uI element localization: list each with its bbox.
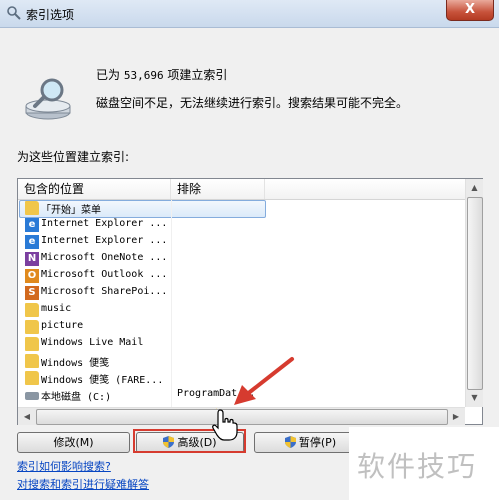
ie-icon: e (25, 218, 39, 232)
ie-icon: e (25, 235, 39, 249)
list-header: 包含的位置 排除 (18, 179, 465, 200)
drive-icon (25, 392, 39, 400)
list-item[interactable]: S Microsoft SharePoi... (18, 285, 465, 302)
list-item[interactable]: e Internet Explorer ... (18, 217, 465, 234)
folder-icon (25, 371, 39, 385)
list-item[interactable]: 「开始」菜单 (18, 200, 465, 218)
scroll-left-icon[interactable]: ◀ (19, 409, 35, 424)
uac-shield-icon (284, 436, 296, 448)
close-button[interactable]: X (446, 0, 494, 21)
title-bar[interactable]: 索引选项 X (0, 0, 499, 28)
modify-button-label: 修改(M) (53, 436, 94, 449)
vertical-scroll-thumb[interactable] (467, 197, 483, 390)
location-name: picture (41, 320, 84, 331)
location-name: Internet Explorer ... (41, 218, 168, 229)
count-suffix: 项建立索引 (167, 68, 228, 82)
onenote-icon: N (25, 252, 39, 266)
sharepoint-icon: S (25, 286, 39, 300)
location-name: 「开始」菜单 (41, 205, 101, 216)
window-title: 索引选项 (26, 8, 75, 22)
folder-icon (25, 303, 39, 317)
list-item[interactable]: music (18, 302, 465, 319)
column-header-exclude[interactable]: 排除 (171, 179, 265, 199)
scroll-up-icon[interactable]: ▲ (467, 180, 482, 196)
location-name: Microsoft OneNote ... (41, 252, 168, 263)
count-prefix: 已为 (96, 68, 121, 82)
scroll-down-icon[interactable]: ▼ (467, 390, 482, 406)
location-name: Windows Live Mail (41, 337, 144, 348)
vertical-scrollbar[interactable]: ▲ ▼ (465, 179, 483, 407)
location-name: music (41, 303, 72, 314)
search-drive-icon (25, 78, 71, 120)
folder-icon (25, 354, 39, 368)
link-how-indexing-affects-search[interactable]: 索引如何影响搜索? (17, 458, 111, 474)
column-divider (171, 200, 172, 423)
link-troubleshoot-search[interactable]: 对搜索和索引进行疑难解答 (17, 476, 149, 492)
pause-button-label: 暂停(P) (298, 436, 337, 449)
location-name: Internet Explorer ... (41, 235, 168, 246)
indexed-count: 已为 53,696 项建立索引 (96, 66, 227, 83)
folder-icon (25, 201, 39, 215)
scroll-right-icon[interactable]: ▶ (448, 409, 464, 424)
list-item[interactable]: N Microsoft OneNote ... (18, 251, 465, 268)
annotation-arrow-icon (234, 357, 294, 405)
indexing-options-icon (7, 6, 21, 20)
list-item[interactable]: Windows Live Mail (18, 336, 465, 353)
location-name: Microsoft Outlook ... (41, 269, 168, 280)
location-name: Windows 便笺 (41, 358, 110, 369)
locations-label: 为这些位置建立索引: (17, 150, 130, 164)
disk-space-warning: 磁盘空间不足，无法继续进行索引。搜索结果可能不完全。 (96, 96, 409, 110)
list-item[interactable]: picture (18, 319, 465, 336)
folder-icon (25, 320, 39, 334)
location-name: Microsoft SharePoi... (41, 286, 168, 297)
hand-cursor-icon (212, 408, 238, 441)
location-name: Windows 便笺 (FARE... (41, 375, 164, 386)
outlook-icon: O (25, 269, 39, 283)
watermark: 软件技巧 (349, 427, 499, 500)
folder-icon (25, 337, 39, 351)
location-name: 本地磁盘 (C:) (41, 392, 112, 403)
list-item[interactable]: O Microsoft Outlook ... (18, 268, 465, 285)
modify-button[interactable]: 修改(M) (17, 432, 130, 453)
watermark-text: 软件技巧 (357, 450, 478, 483)
column-header-included[interactable]: 包含的位置 (18, 179, 171, 199)
column-header-filler (265, 179, 465, 199)
count-value: 53,696 (123, 69, 164, 82)
list-item[interactable]: e Internet Explorer ... (18, 234, 465, 251)
